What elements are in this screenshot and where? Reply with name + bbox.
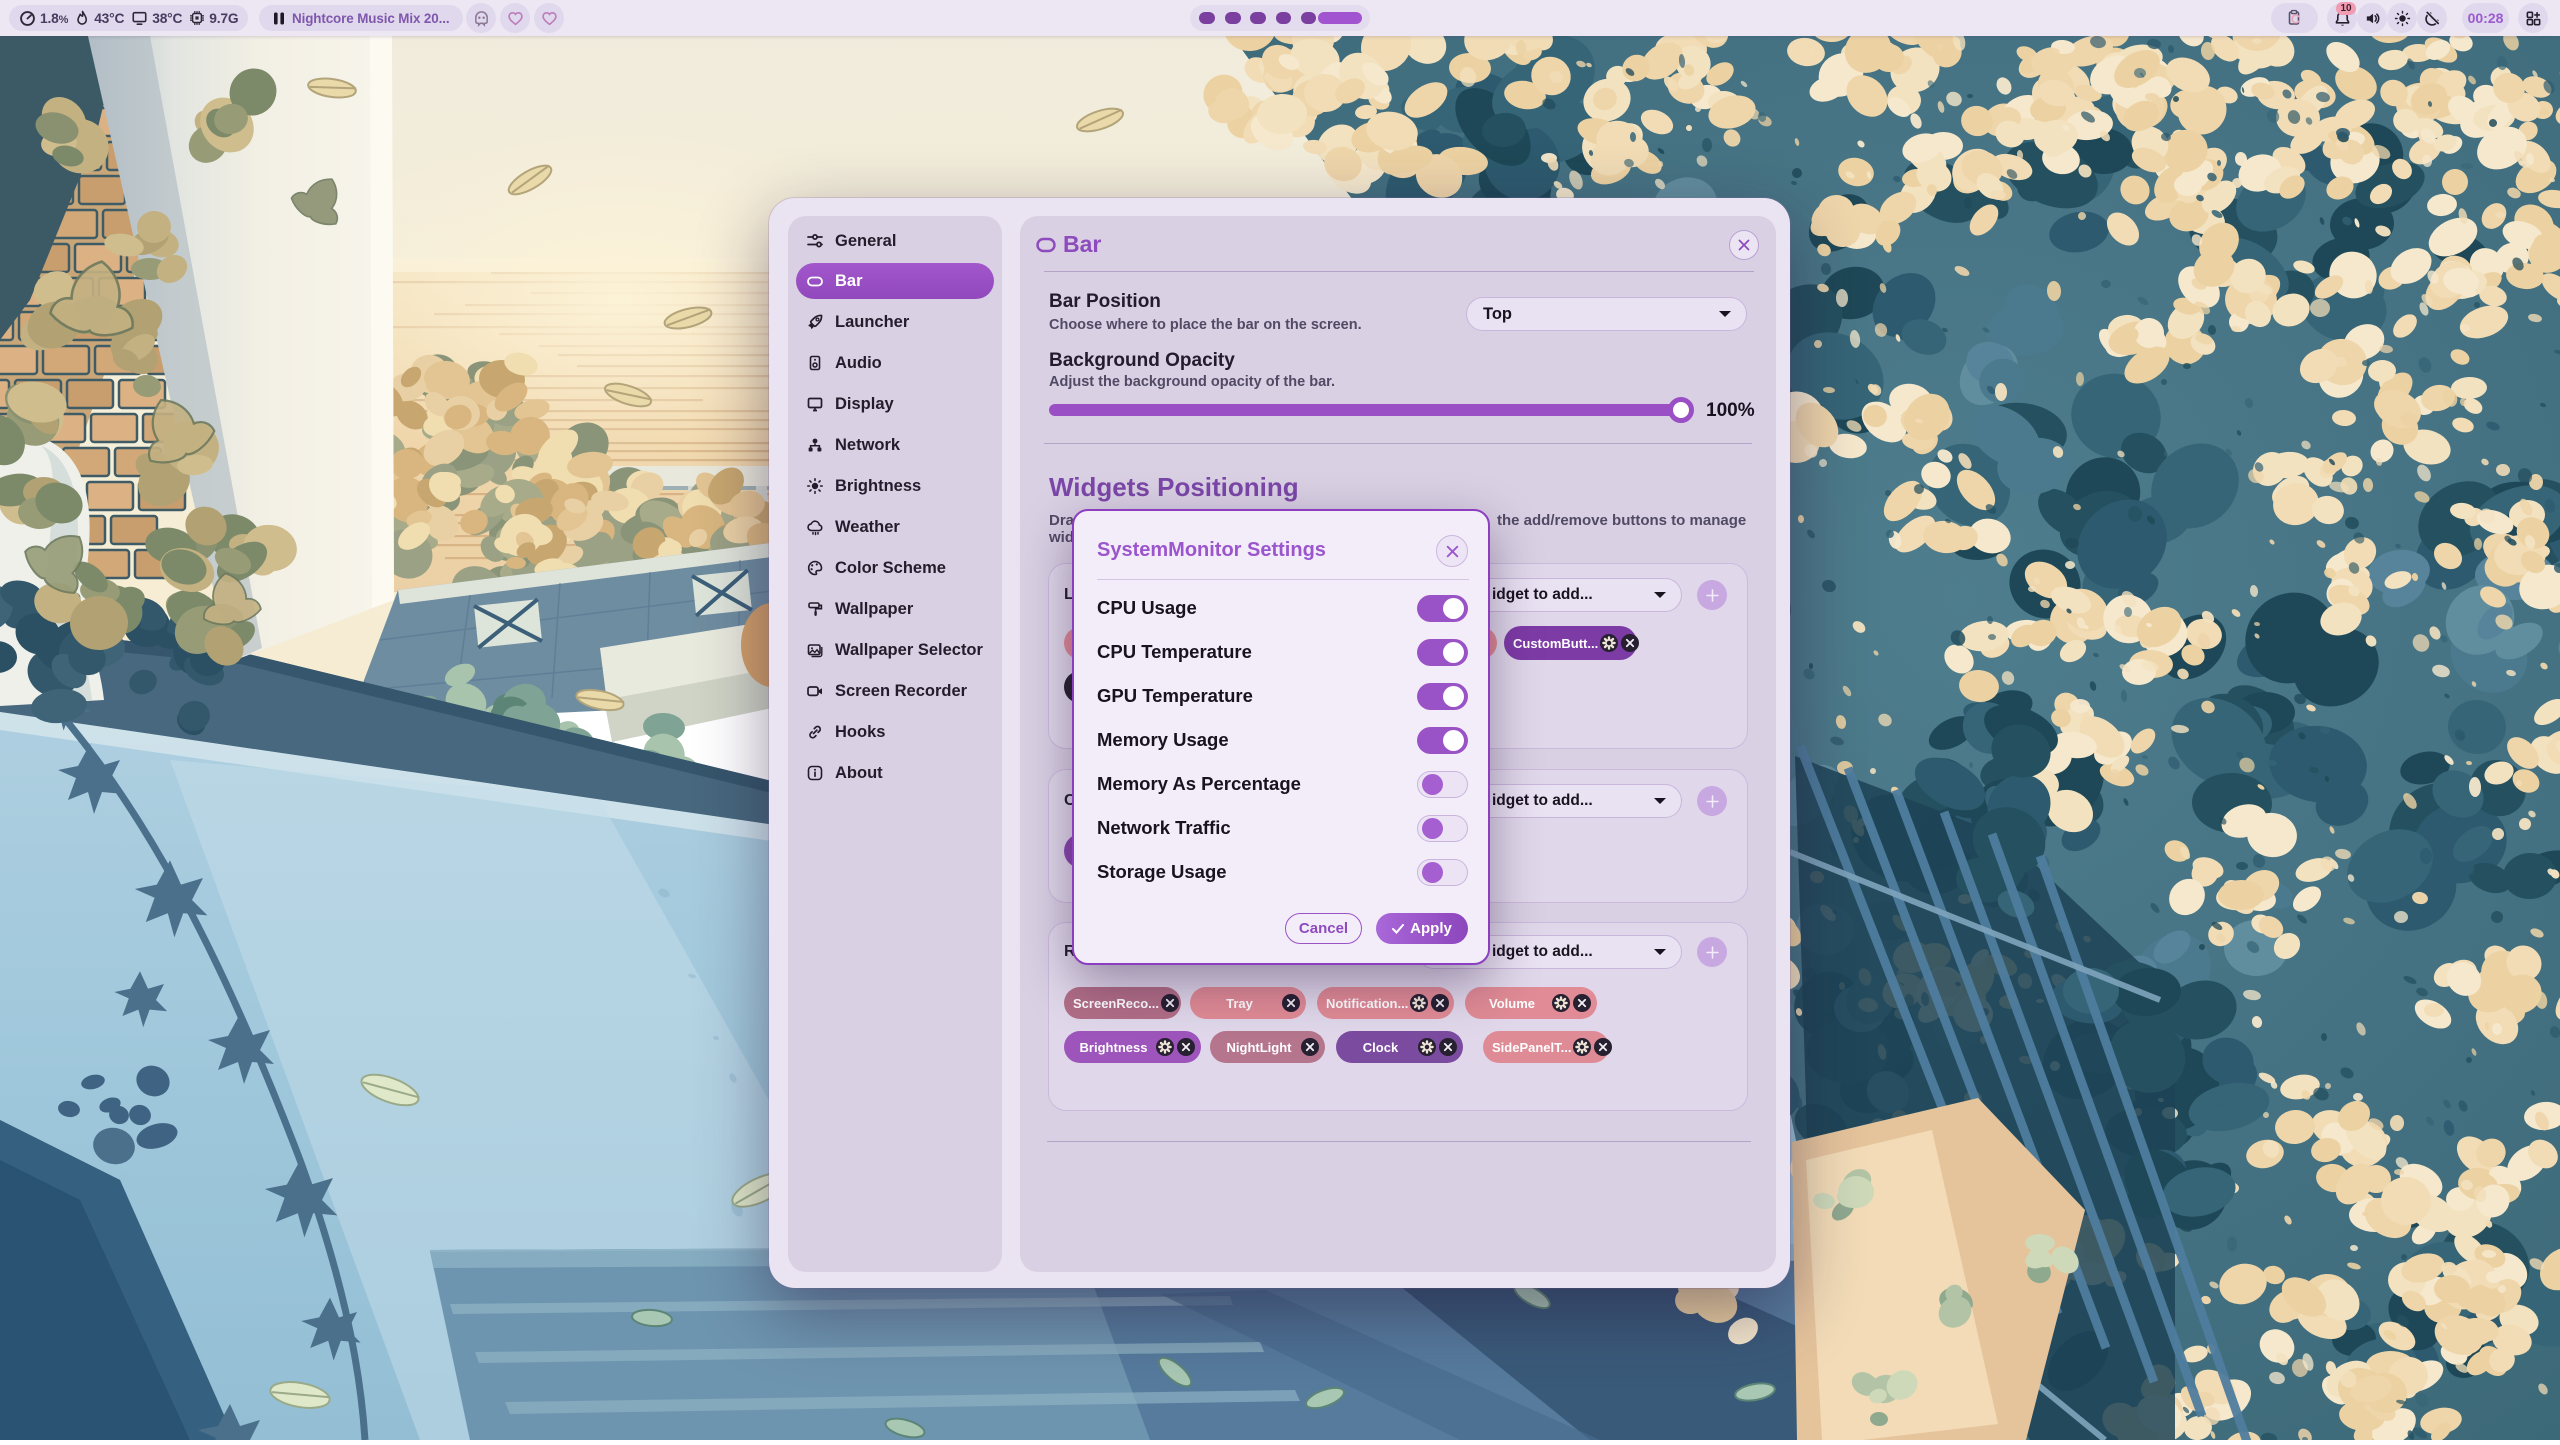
svg-text:C: C — [2290, 12, 2300, 27]
